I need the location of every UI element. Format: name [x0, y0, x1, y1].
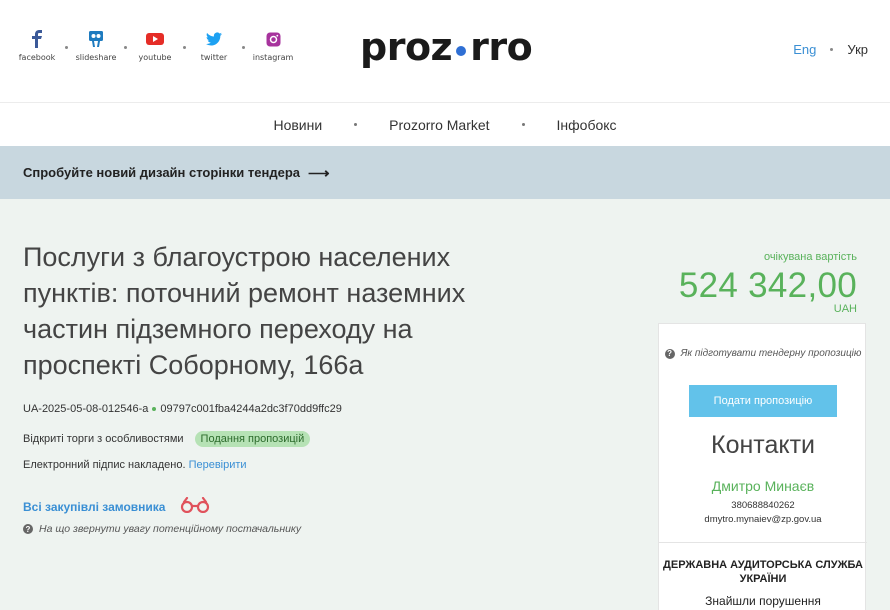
- social-youtube[interactable]: youtube: [132, 28, 178, 62]
- social-label: instagram: [252, 53, 294, 62]
- social-links: facebook slideshare youtube twitter inst…: [14, 28, 296, 62]
- tender-identifiers: UA-2025-05-08-012546-a 09797c001fba4244a2…: [23, 403, 342, 415]
- new-design-banner[interactable]: Спробуйте новий дизайн сторінки тендера …: [0, 146, 890, 199]
- logo-text-left: proz: [360, 25, 453, 69]
- arrow-right-icon: ⟶: [308, 164, 330, 182]
- question-icon: ?: [23, 524, 33, 534]
- language-switcher: Eng Укр: [793, 42, 868, 57]
- facebook-icon: [30, 28, 44, 50]
- binoculars-icon: [179, 496, 211, 516]
- divider-dot: [830, 48, 834, 51]
- instagram-icon: [266, 28, 281, 50]
- social-slideshare[interactable]: slideshare: [73, 28, 119, 62]
- logo-text-right: rro: [470, 25, 533, 69]
- divider-dot: [65, 46, 68, 49]
- social-label: slideshare: [75, 53, 117, 62]
- lang-en-link[interactable]: Eng: [793, 42, 816, 57]
- tender-hash: 09797c001fba4244a2dc3f70dd9ffc29: [160, 403, 342, 415]
- expected-value-label: очікувана вартість: [763, 251, 857, 263]
- contacts-card: ? Як підготувати тендерну пропозицію Пода…: [658, 323, 867, 610]
- logo-dot: [456, 46, 467, 56]
- attention-link[interactable]: ? На що звернути увагу потенційному пост…: [23, 523, 301, 535]
- procedure-row: Відкриті торги з особливостями Подання п…: [23, 431, 311, 447]
- divider-dot: [521, 123, 525, 126]
- social-facebook[interactable]: facebook: [14, 28, 60, 62]
- divider-dot: [354, 123, 358, 126]
- audit-service-title: ДЕРЖАВНА АУДИТОРСЬКА СЛУЖБА УКРАЇНИ: [663, 559, 863, 585]
- signature-check-link[interactable]: Перевірити: [189, 459, 247, 471]
- site-header: facebook slideshare youtube twitter inst…: [0, 0, 890, 102]
- twitter-icon: [206, 28, 222, 50]
- banner-text: Спробуйте новий дизайн сторінки тендера: [23, 165, 300, 180]
- nav-item-infobox[interactable]: Інфобокс: [557, 117, 617, 133]
- how-prepare-text: Як підготувати тендерну пропозицію: [680, 348, 862, 359]
- social-instagram[interactable]: instagram: [250, 28, 296, 62]
- signature-text: Електронний підпис накладено.: [23, 459, 186, 471]
- signature-row: Електронний підпис накладено. Перевірити: [23, 459, 247, 471]
- how-prepare-link[interactable]: ? Як підготувати тендерну пропозицію: [659, 346, 867, 362]
- contacts-title: Контакти: [711, 431, 815, 459]
- all-purchases-label: Всі закупівлі замовника: [23, 499, 166, 514]
- submit-proposal-button[interactable]: Подати пропозицію: [689, 385, 837, 417]
- social-twitter[interactable]: twitter: [191, 28, 237, 62]
- social-label: youtube: [138, 53, 172, 62]
- contact-name: Дмитро Минаєв: [711, 478, 815, 494]
- social-label: facebook: [18, 53, 56, 62]
- procedure-type: Відкриті торги з особливостями: [23, 433, 184, 445]
- contact-email[interactable]: dmytro.mynaiev@zp.gov.ua: [659, 514, 867, 525]
- main-nav: Новини Prozorro Market Інфобокс: [0, 102, 890, 146]
- youtube-icon: [146, 28, 164, 50]
- lang-uk-link[interactable]: Укр: [847, 42, 868, 57]
- divider-dot: [124, 46, 127, 49]
- prozorro-logo[interactable]: proz rro: [360, 25, 533, 69]
- tender-id: UA-2025-05-08-012546-a: [23, 403, 149, 415]
- status-badge: Подання пропозицій: [194, 431, 311, 447]
- contact-phone: 380688840262: [731, 500, 795, 511]
- question-icon: ?: [664, 349, 675, 359]
- green-dot-icon: [152, 407, 157, 412]
- found-violations-link[interactable]: Знайшли порушення: [659, 594, 867, 608]
- slideshare-icon: [88, 28, 104, 50]
- card-divider: [659, 542, 867, 543]
- divider-dot: [183, 46, 186, 49]
- attention-text: На що звернути увагу потенційному постач…: [39, 523, 302, 535]
- expected-amount: 524 342,00: [678, 266, 857, 305]
- nav-item-market[interactable]: Prozorro Market: [389, 117, 489, 133]
- all-purchases-link[interactable]: Всі закупівлі замовника: [23, 496, 211, 516]
- divider-dot: [242, 46, 245, 49]
- social-label: twitter: [200, 53, 228, 62]
- tender-title: Послуги з благоустрою населених пунктів:…: [23, 242, 466, 380]
- tender-main: Послуги з благоустрою населених пунктів:…: [0, 199, 890, 610]
- nav-item-news[interactable]: Новини: [273, 117, 322, 133]
- currency-label: UAH: [833, 303, 857, 315]
